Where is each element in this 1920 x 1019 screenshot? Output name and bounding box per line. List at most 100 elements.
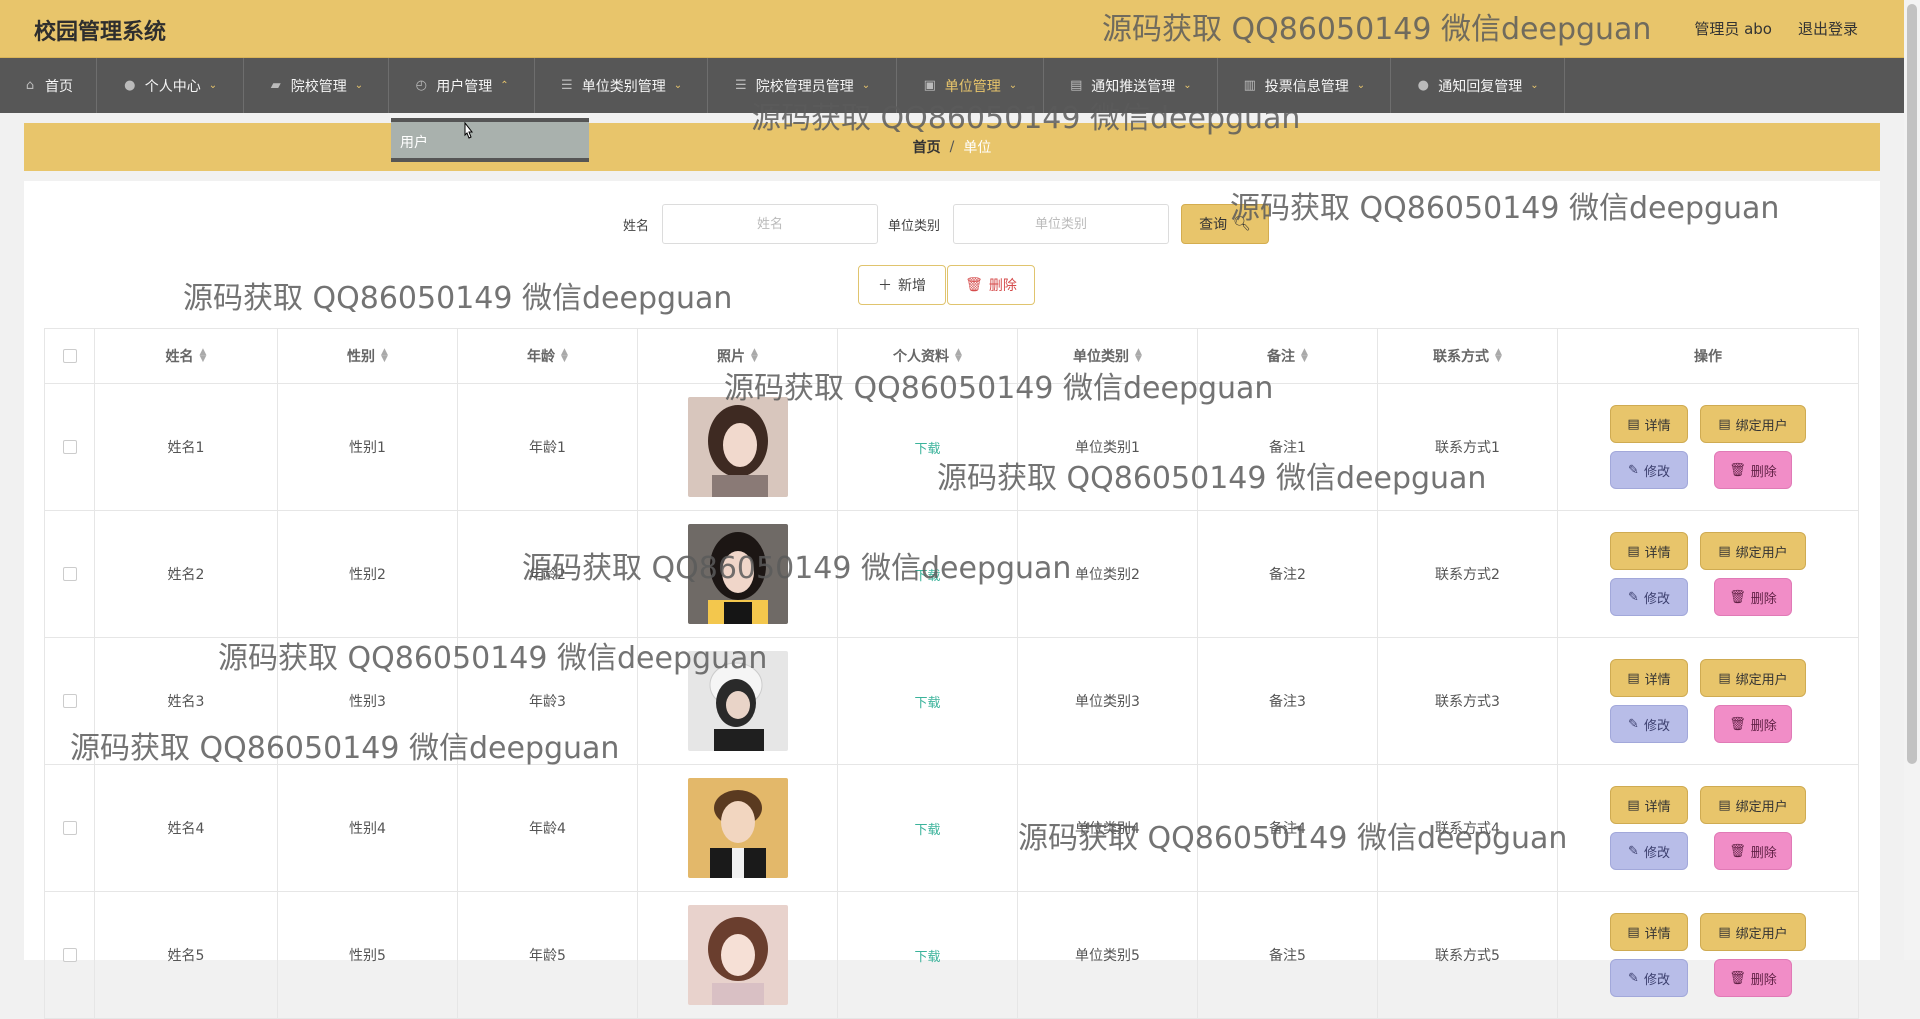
cell-contact: 联系方式1 [1378,384,1558,510]
cell-category: 单位类别4 [1018,765,1198,891]
document-icon: ▤ [1627,670,1640,686]
select-all-cell [45,329,95,383]
pencil-icon: ✎ [1628,462,1639,478]
table-row: 姓名1 性别1 年龄1 下载 单位类别1 备注1 联系方式1 ▤ 详情 ▤ 绑定用户… [45,384,1859,511]
row-checkbox[interactable] [62,567,77,581]
column-header-photo[interactable]: 照片 ▲ ▼ [638,329,838,383]
bind-user-button[interactable]: ▤ 绑定用户 [1700,786,1806,824]
nav-item-unit-management[interactable]: ▣ 单位管理 ⌄ [897,58,1044,113]
edit-button[interactable]: ✎ 修改 [1610,578,1688,616]
column-header-contact[interactable]: 联系方式 ▲ ▼ [1378,329,1558,383]
table-row: 姓名3 性别3 年龄3 下载 单位类别3 备注3 联系方式3 ▤ 详情 ▤ 绑定用户… [45,638,1859,765]
download-link[interactable]: 下载 [914,692,940,711]
mouse-cursor-icon [464,122,474,139]
cell-age: 年龄1 [458,384,638,510]
column-header-gender[interactable]: 性别 ▲ ▼ [278,329,458,383]
document-icon: ▤ [1718,924,1731,940]
name-search-input[interactable] [662,204,878,244]
nav-item-label: 院校管理 [290,78,347,95]
detail-button[interactable]: ▤ 详情 [1610,532,1688,570]
image-icon: ▣ [923,77,936,93]
category-search-input[interactable] [953,204,1169,244]
detail-button[interactable]: ▤ 详情 [1610,405,1688,443]
row-checkbox[interactable] [62,440,77,454]
scrollbar-thumb[interactable] [1907,4,1917,764]
delete-button[interactable]: 🗑︎ 删除 [1714,705,1792,743]
download-link[interactable]: 下载 [914,565,940,584]
user-icon: ● [1417,77,1429,93]
delete-button[interactable]: 🗑︎ 删除 [1714,832,1792,870]
batch-delete-label: 删除 [988,278,1017,294]
school-icon: ▰ [270,77,281,93]
bind-user-button[interactable]: ▤ 绑定用户 [1700,405,1806,443]
page-scrollbar[interactable] [1904,0,1920,960]
cell-category: 单位类别2 [1018,511,1198,637]
delete-button[interactable]: 🗑︎ 删除 [1714,578,1792,616]
column-header-age[interactable]: 年龄 ▲ ▼ [458,329,638,383]
bind-user-button[interactable]: ▤ 绑定用户 [1700,532,1806,570]
document-icon: ▤ [1627,543,1640,559]
logout-link[interactable]: 退出登录 [1798,18,1858,39]
column-header-note[interactable]: 备注 ▲ ▼ [1198,329,1378,383]
column-header-profile[interactable]: 个人资料 ▲ ▼ [838,329,1018,383]
add-button-label: 新增 [898,278,926,294]
edit-button[interactable]: ✎ 修改 [1610,832,1688,870]
nav-item-school-admin-management[interactable]: ☰ 院校管理员管理 ⌄ [708,58,897,113]
nav-item-home[interactable]: ⌂ 首页 [0,58,97,113]
nav-item-notice-reply-management[interactable]: ● 通知回复管理 ⌄ [1391,58,1565,113]
edit-button[interactable]: ✎ 修改 [1610,705,1688,743]
table-row: 姓名2 性别2 年龄2 下载 单位类别2 备注2 联系方式2 ▤ 详情 ▤ 绑定用户… [45,511,1859,638]
nav-item-user-management[interactable]: ◴ 用户管理 ⌃ [389,58,535,113]
nav-item-notice-push-management[interactable]: ▤ 通知推送管理 ⌄ [1044,58,1218,113]
select-all-checkbox[interactable] [62,349,77,363]
cell-contact: 联系方式5 [1378,892,1558,1018]
cell-note: 备注5 [1198,892,1378,1018]
edit-button[interactable]: ✎ 修改 [1610,959,1688,997]
query-button[interactable]: 查询 🔍︎ [1181,204,1269,244]
cell-gender: 性别5 [278,892,458,1018]
download-link[interactable]: 下载 [914,819,940,838]
cell-note: 备注1 [1198,384,1378,510]
column-header-name[interactable]: 姓名 ▲ ▼ [95,329,278,383]
main-nav: ⌂ 首页 ● 个人中心 ⌄ ▰ 院校管理 ⌄ ◴ 用户管理 ⌃ ☰ 单位类别管理… [0,58,1904,113]
pencil-icon: ✎ [1628,970,1639,986]
nav-item-label: 单位类别管理 [581,78,666,95]
edit-button[interactable]: ✎ 修改 [1610,451,1688,489]
cell-category: 单位类别3 [1018,638,1198,764]
delete-button[interactable]: 🗑︎ 删除 [1714,451,1792,489]
photo-thumbnail[interactable] [687,905,788,1005]
detail-button[interactable]: ▤ 详情 [1610,913,1688,951]
dropdown-item-user[interactable]: 用户 [400,132,428,152]
chevron-down-icon: ⌄ [354,80,364,91]
nav-item-school-management[interactable]: ▰ 院校管理 ⌄ [244,58,389,113]
row-checkbox[interactable] [62,821,77,835]
chevron-down-icon: ⌄ [673,80,683,91]
nav-item-label: 单位管理 [944,78,1001,95]
add-button[interactable]: ＋ 新增 [858,265,946,305]
nav-item-label: 院校管理员管理 [755,78,854,95]
list-icon: ☰ [560,77,573,93]
sort-icon: ▲ ▼ [199,347,207,364]
detail-button[interactable]: ▤ 详情 [1610,659,1688,697]
sort-icon: ▲ ▼ [381,347,388,364]
column-header-category[interactable]: 单位类别 ▲ ▼ [1018,329,1198,383]
bind-user-button[interactable]: ▤ 绑定用户 [1700,659,1806,697]
download-link[interactable]: 下载 [914,438,940,457]
cell-age: 年龄3 [458,638,638,764]
delete-button[interactable]: 🗑︎ 删除 [1714,959,1792,997]
photo-thumbnail[interactable] [687,651,788,751]
nav-item-personal-center[interactable]: ● 个人中心 ⌄ [97,58,244,113]
bind-user-button[interactable]: ▤ 绑定用户 [1700,913,1806,951]
photo-thumbnail[interactable] [687,778,788,878]
nav-item-unit-category-management[interactable]: ☰ 单位类别管理 ⌄ [535,58,708,113]
nav-item-vote-info-management[interactable]: ▥ 投票信息管理 ⌄ [1218,58,1391,113]
row-checkbox[interactable] [62,694,77,708]
download-link[interactable]: 下载 [914,946,940,965]
photo-thumbnail[interactable] [687,397,788,497]
batch-delete-button[interactable]: 🗑︎ 删除 [947,265,1035,305]
detail-button[interactable]: ▤ 详情 [1610,786,1688,824]
photo-thumbnail[interactable] [687,524,788,624]
list-icon: ☰ [734,77,747,93]
breadcrumb-home[interactable]: 首页 [913,137,941,157]
cell-gender: 性别2 [278,511,458,637]
